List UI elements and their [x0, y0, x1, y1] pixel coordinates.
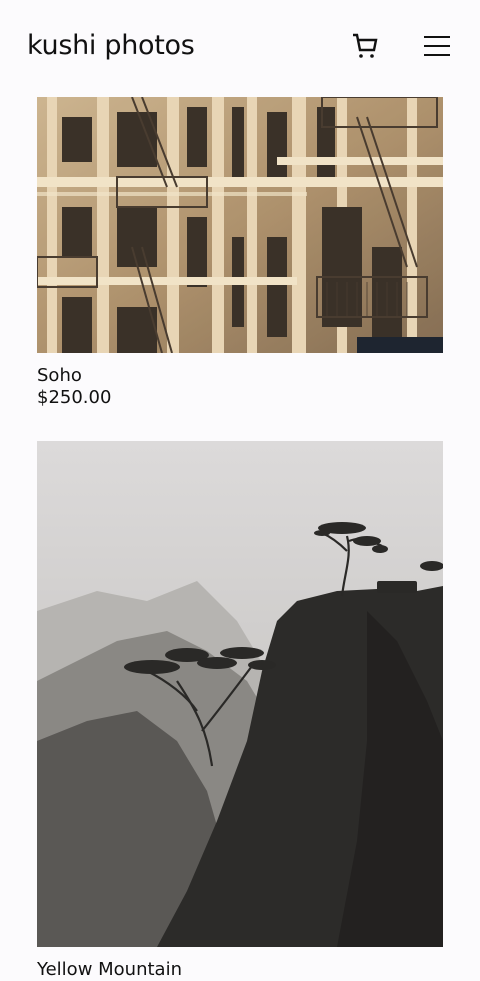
product-photo-soho[interactable]	[37, 97, 443, 353]
product-card[interactable]: Yellow Mountain	[37, 441, 443, 981]
brand-logo-text[interactable]: kushi photos	[27, 30, 195, 61]
product-name[interactable]: Soho	[37, 365, 443, 387]
hamburger-menu-icon	[424, 36, 450, 56]
menu-button[interactable]	[422, 33, 452, 59]
product-photo-yellow-mountain[interactable]	[37, 441, 443, 947]
cart-icon	[353, 33, 378, 58]
cart-button[interactable]	[350, 31, 380, 61]
product-name[interactable]: Yellow Mountain	[37, 959, 443, 981]
product-card[interactable]: Soho $250.00	[37, 97, 443, 409]
site-header: kushi photos	[0, 0, 480, 96]
product-price: $250.00	[37, 387, 112, 408]
